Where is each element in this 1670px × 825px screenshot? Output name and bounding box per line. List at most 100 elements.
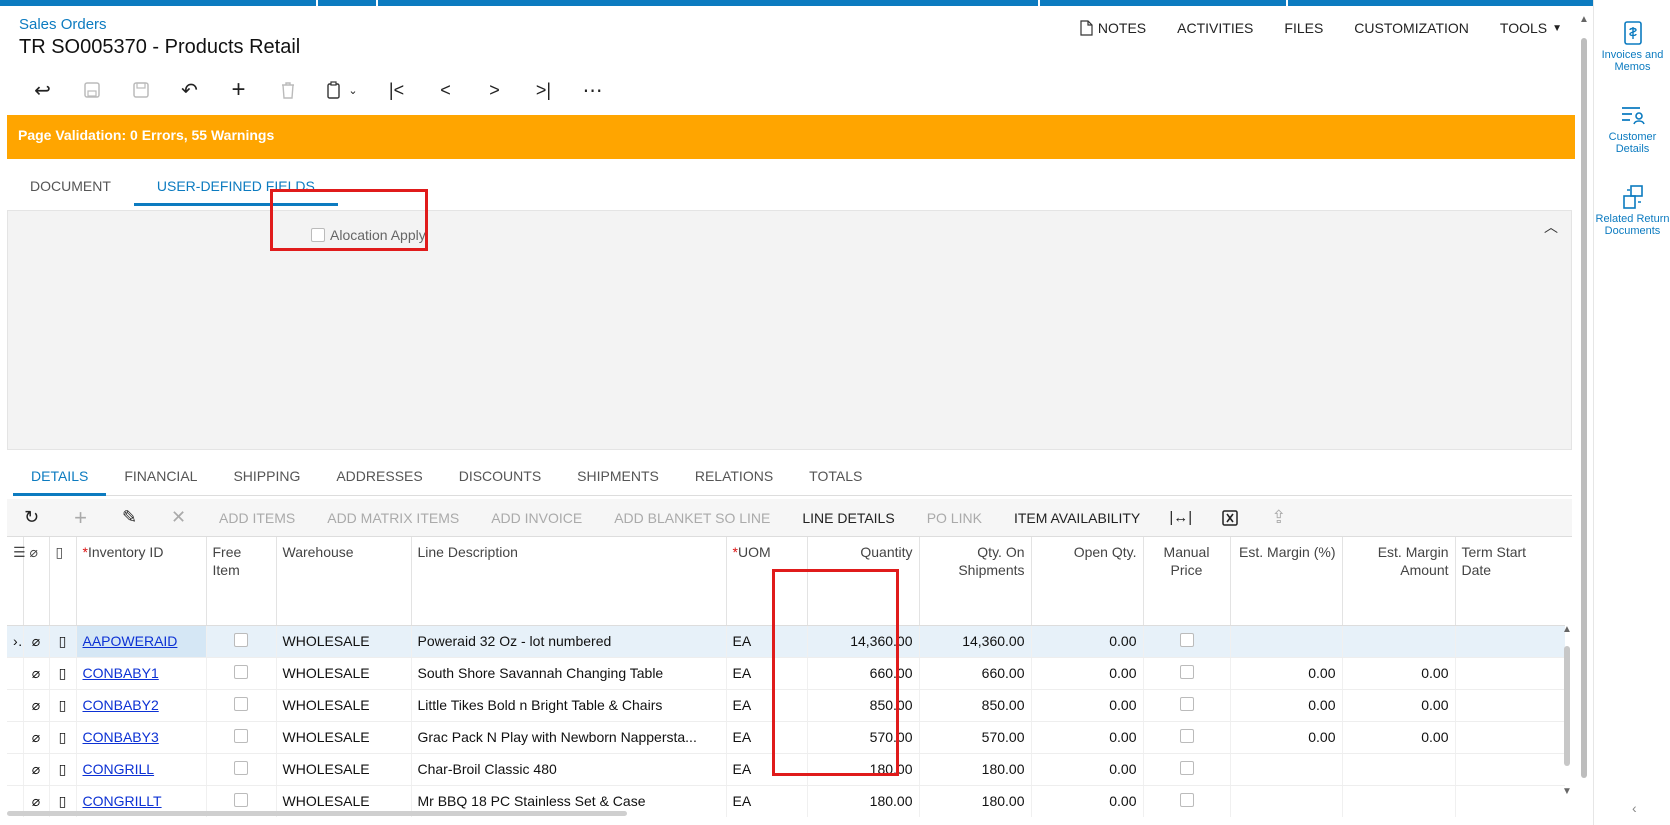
page-scroll-up-icon[interactable]: ▲: [1579, 14, 1589, 25]
manual-price-checkbox[interactable]: [1179, 696, 1194, 711]
column-header-open-qty[interactable]: Open Qty.: [1031, 537, 1144, 626]
manual-price-checkbox[interactable]: [1179, 632, 1194, 647]
related-return-documents-link[interactable]: Related Return Documents: [1594, 184, 1670, 237]
column-header-warehouse[interactable]: Warehouse: [276, 537, 412, 626]
warehouse-cell[interactable]: WHOLESALE: [276, 689, 412, 722]
inventory-id-link[interactable]: CONBABY3: [83, 729, 159, 745]
undo-back-icon[interactable]: ↩: [18, 75, 67, 105]
add-icon[interactable]: +: [214, 75, 263, 105]
inventory-id-link[interactable]: CONGRILL: [83, 761, 155, 777]
tab-addresses[interactable]: ADDRESSES: [318, 456, 440, 496]
save-close-icon[interactable]: [67, 75, 116, 105]
tab-financial[interactable]: FINANCIAL: [106, 456, 215, 496]
attachment-icon[interactable]: ⌀: [23, 721, 50, 754]
delete-row-icon[interactable]: ✕: [154, 499, 203, 537]
inventory-id-link[interactable]: CONBABY1: [83, 665, 159, 681]
quantity-cell[interactable]: 180.00: [807, 785, 920, 817]
row-selector[interactable]: [7, 689, 24, 722]
manual-price-checkbox[interactable]: [1179, 664, 1194, 679]
customization-button[interactable]: CUSTOMIZATION: [1354, 20, 1469, 36]
warehouse-cell[interactable]: WHOLESALE: [276, 753, 412, 786]
customer-details-link[interactable]: Customer Details: [1594, 104, 1670, 155]
column-header-manual-price[interactable]: Manual Price: [1143, 537, 1231, 626]
column-header-est-margin-amount[interactable]: Est. Margin Amount: [1342, 537, 1456, 626]
item-availability-button[interactable]: ITEM AVAILABILITY: [998, 499, 1156, 537]
scroll-down-icon[interactable]: ▼: [1562, 786, 1572, 797]
line-description-cell[interactable]: Char-Broil Classic 480: [411, 753, 727, 786]
uom-cell[interactable]: EA: [726, 785, 808, 817]
free-item-checkbox[interactable]: [234, 728, 248, 743]
attachment-icon[interactable]: ⌀: [23, 657, 50, 690]
tab-relations[interactable]: RELATIONS: [677, 456, 791, 496]
previous-record-icon[interactable]: <: [421, 75, 470, 105]
line-description-cell[interactable]: Poweraid 32 Oz - lot numbered: [411, 625, 727, 658]
tab-document[interactable]: DOCUMENT: [7, 166, 134, 206]
free-item-checkbox[interactable]: [234, 664, 248, 679]
copy-paste-icon[interactable]: ⌄: [312, 75, 372, 105]
add-matrix-items-button[interactable]: ADD MATRIX ITEMS: [311, 499, 475, 537]
tab-details[interactable]: DETAILS: [13, 456, 107, 496]
po-link-button[interactable]: PO LINK: [911, 499, 998, 537]
line-description-cell[interactable]: Grac Pack N Play with Newborn Nappersta.…: [411, 721, 727, 754]
save-icon[interactable]: [116, 75, 165, 105]
attachment-icon[interactable]: ⌀: [23, 689, 50, 722]
panel-collapse-icon[interactable]: ‹: [1632, 800, 1637, 816]
note-icon[interactable]: ▯: [49, 721, 77, 754]
line-details-button[interactable]: LINE DETAILS: [786, 499, 910, 537]
edit-pencil-icon[interactable]: ✎: [105, 499, 154, 537]
delete-icon[interactable]: [263, 75, 312, 105]
add-invoice-button[interactable]: ADD INVOICE: [475, 499, 598, 537]
add-items-button[interactable]: ADD ITEMS: [203, 499, 311, 537]
column-header-term-start-date[interactable]: Term Start Date: [1455, 537, 1565, 626]
tab-totals[interactable]: TOTALS: [791, 456, 880, 496]
term-start-date-cell[interactable]: [1455, 657, 1565, 690]
term-start-date-cell[interactable]: [1455, 721, 1565, 754]
row-selector[interactable]: ›: [7, 625, 24, 658]
line-description-cell[interactable]: Little Tikes Bold n Bright Table & Chair…: [411, 689, 727, 722]
column-header-free-item[interactable]: Free Item: [206, 537, 277, 626]
tab-shipping[interactable]: SHIPPING: [215, 456, 318, 496]
inventory-id-link[interactable]: CONBABY2: [83, 697, 159, 713]
export-excel-icon[interactable]: [1205, 499, 1254, 537]
row-selector[interactable]: [7, 657, 24, 690]
grid-scroll-thumb[interactable]: [1564, 646, 1570, 766]
warehouse-cell[interactable]: WHOLESALE: [276, 657, 412, 690]
free-item-checkbox[interactable]: [234, 792, 248, 807]
add-blanket-so-line-button[interactable]: ADD BLANKET SO LINE: [598, 499, 786, 537]
note-icon[interactable]: ▯: [49, 753, 77, 786]
manual-price-checkbox[interactable]: [1179, 728, 1194, 743]
attachment-icon[interactable]: ⌀: [23, 625, 50, 658]
note-icon[interactable]: ▯: [49, 625, 77, 658]
manual-price-checkbox[interactable]: [1179, 760, 1194, 775]
note-icon[interactable]: ▯: [49, 689, 77, 722]
tab-shipments[interactable]: SHIPMENTS: [559, 456, 677, 496]
cancel-icon[interactable]: ↶: [165, 75, 214, 105]
term-start-date-cell[interactable]: [1455, 625, 1565, 658]
activities-button[interactable]: ACTIVITIES: [1177, 20, 1253, 36]
manual-price-checkbox[interactable]: [1179, 792, 1194, 807]
page-vertical-scrollbar[interactable]: ▲: [1578, 12, 1590, 778]
note-icon[interactable]: ▯: [49, 657, 77, 690]
term-start-date-cell[interactable]: [1455, 785, 1565, 817]
inventory-id-link[interactable]: AAPOWERAID: [83, 633, 178, 649]
first-record-icon[interactable]: |<: [372, 75, 421, 105]
line-description-cell[interactable]: South Shore Savannah Changing Table: [411, 657, 727, 690]
more-icon[interactable]: ⋯: [568, 75, 617, 105]
invoices-and-memos-link[interactable]: Invoices and Memos: [1594, 20, 1670, 73]
row-selector[interactable]: [7, 721, 24, 754]
grid-vertical-scrollbar[interactable]: ▲ ▼: [1562, 624, 1572, 801]
row-selector-header[interactable]: ☰: [7, 537, 26, 626]
fit-columns-icon[interactable]: |↔|: [1156, 499, 1205, 537]
inventory-id-link[interactable]: CONGRILLT: [83, 793, 162, 809]
page-scroll-thumb[interactable]: [1581, 38, 1587, 778]
free-item-checkbox[interactable]: [234, 760, 248, 775]
warehouse-cell[interactable]: WHOLESALE: [276, 721, 412, 754]
scroll-up-icon[interactable]: ▲: [1562, 624, 1572, 635]
add-row-icon[interactable]: +: [56, 499, 105, 537]
files-button[interactable]: FILES: [1284, 20, 1323, 36]
attachment-icon[interactable]: ⌀: [23, 753, 50, 786]
tab-discounts[interactable]: DISCOUNTS: [441, 456, 559, 496]
grid-horizontal-scrollbar[interactable]: [7, 811, 627, 816]
breadcrumb[interactable]: Sales Orders: [19, 16, 107, 33]
refresh-icon[interactable]: ↻: [7, 499, 56, 537]
